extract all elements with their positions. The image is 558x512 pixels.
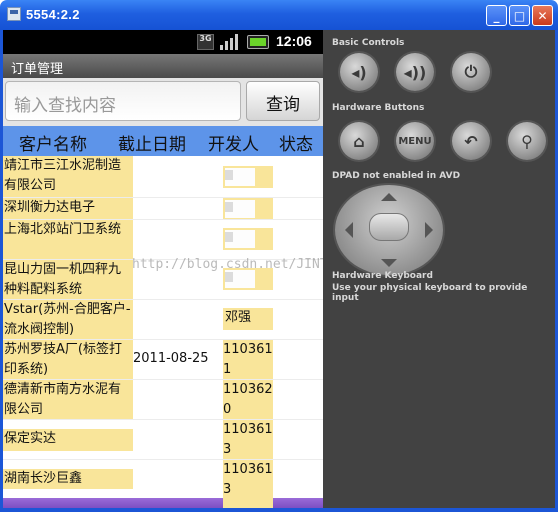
table-row[interactable]: 德清新市南方水泥有限公司 1103620 xyxy=(3,380,323,420)
dpad-center-button[interactable] xyxy=(369,213,409,241)
dpad-label: DPAD not enabled in AVD xyxy=(332,171,461,181)
search-input[interactable]: 输入查找内容 xyxy=(5,81,241,121)
app-title: 订单管理 xyxy=(11,62,64,77)
home-button[interactable]: ⌂ xyxy=(340,122,378,160)
hardware-buttons-label: Hardware Buttons xyxy=(332,103,425,113)
cell-developer: 1103613 xyxy=(223,420,273,459)
cell-customer-name: 昆山力固一机四秤九种料配料系统 xyxy=(3,260,133,299)
volume-up-button[interactable]: ◂)) xyxy=(396,53,434,91)
power-icon: ⏻ xyxy=(464,62,478,81)
speaker-high-icon: ◂)) xyxy=(403,62,427,82)
dpad-up-icon xyxy=(381,193,397,201)
search-button[interactable]: 查询 xyxy=(246,81,320,121)
header-developer: 开发人 xyxy=(208,135,259,155)
window-title: 5554:2.2 xyxy=(26,7,80,22)
speaker-low-icon: ◂) xyxy=(351,62,367,82)
table-row[interactable]: 深圳衡力达电子 xyxy=(3,198,323,220)
emulator-app-icon xyxy=(7,7,21,21)
table-row[interactable]: Vstar(苏州-合肥客户-流水阀控制) 邓强 xyxy=(3,300,323,340)
basic-controls-label: Basic Controls xyxy=(332,38,405,48)
scroll-edge-glow xyxy=(3,498,323,508)
dpad-control[interactable] xyxy=(335,185,443,275)
cell-developer: 1103613 xyxy=(223,460,273,498)
cell-customer-name: 苏州罗技A厂(标签打印系统) xyxy=(3,340,133,379)
minimize-button[interactable]: _ xyxy=(486,5,507,26)
table-header: 客户名称 截止日期 开发人 状态 xyxy=(3,126,323,156)
partial-row-cell xyxy=(223,498,273,508)
back-arrow-icon: ↶ xyxy=(464,131,478,151)
redacted-developer xyxy=(225,270,255,288)
window-titlebar[interactable]: 5554:2.2 _ □ ✕ xyxy=(0,0,558,30)
table-row[interactable]: 苏州罗技A厂(标签打印系统) 2011-08-25 1103611 xyxy=(3,340,323,380)
emulator-controls-panel: Basic Controls ◂) ◂)) ⏻ Hardware Buttons… xyxy=(323,30,555,508)
cell-developer: 1103620 xyxy=(223,380,273,419)
header-status: 状态 xyxy=(279,135,313,155)
status-bar: 3G 12:06 xyxy=(3,30,323,54)
cell-customer-name: Vstar(苏州-合肥客户-流水阀控制) xyxy=(3,300,133,339)
cell-customer-name: 德清新市南方水泥有限公司 xyxy=(3,380,133,419)
dpad-left-icon xyxy=(345,222,353,238)
signal-strength-icon xyxy=(220,34,240,50)
header-deadline: 截止日期 xyxy=(118,135,186,155)
volume-down-button[interactable]: ◂) xyxy=(340,53,378,91)
redacted-developer xyxy=(225,230,255,248)
cell-customer-name: 保定实达 xyxy=(3,429,133,451)
back-button[interactable]: ↶ xyxy=(452,122,490,160)
menu-button[interactable]: MENU xyxy=(396,122,434,160)
search-hw-button[interactable]: ⚲ xyxy=(508,122,546,160)
cell-customer-name: 深圳衡力达电子 xyxy=(3,198,133,219)
network-3g-icon: 3G xyxy=(197,34,214,50)
app-title-bar: 订单管理 xyxy=(3,54,323,78)
redacted-developer xyxy=(225,200,255,218)
search-row: 输入查找内容 查询 xyxy=(3,78,323,126)
table-row[interactable]: 靖江市三江水泥制造有限公司 xyxy=(3,156,323,198)
cell-customer-name: 上海北郊站门卫系统 xyxy=(3,220,133,259)
table-row[interactable]: 保定实达 1103613 xyxy=(3,420,323,460)
header-customer-name: 客户名称 xyxy=(19,135,87,155)
cell-customer-name: 湖南长沙巨鑫 xyxy=(3,469,133,489)
window-frame-bottom xyxy=(0,508,558,512)
table-row[interactable]: 上海北郊站门卫系统 xyxy=(3,220,323,260)
cell-developer: 1103611 xyxy=(223,340,273,379)
cell-customer-name: 靖江市三江水泥制造有限公司 xyxy=(3,156,133,197)
home-icon: ⌂ xyxy=(353,131,365,151)
redacted-developer xyxy=(225,168,255,186)
dpad-down-icon xyxy=(381,259,397,267)
battery-icon xyxy=(247,35,269,49)
table-row[interactable]: 湖南长沙巨鑫 1103613 xyxy=(3,460,323,498)
cell-deadline: 2011-08-25 xyxy=(133,351,209,366)
close-button[interactable]: ✕ xyxy=(532,5,553,26)
search-icon: ⚲ xyxy=(521,131,533,151)
power-button[interactable]: ⏻ xyxy=(452,53,490,91)
maximize-button[interactable]: □ xyxy=(509,5,530,26)
status-clock: 12:06 xyxy=(276,33,312,49)
cell-developer: 邓强 xyxy=(223,308,273,330)
hardware-keyboard-label: Hardware Keyboard xyxy=(332,271,433,281)
hardware-keyboard-description: Use your physical keyboard to provide in… xyxy=(332,283,528,303)
dpad-right-icon xyxy=(425,222,433,238)
